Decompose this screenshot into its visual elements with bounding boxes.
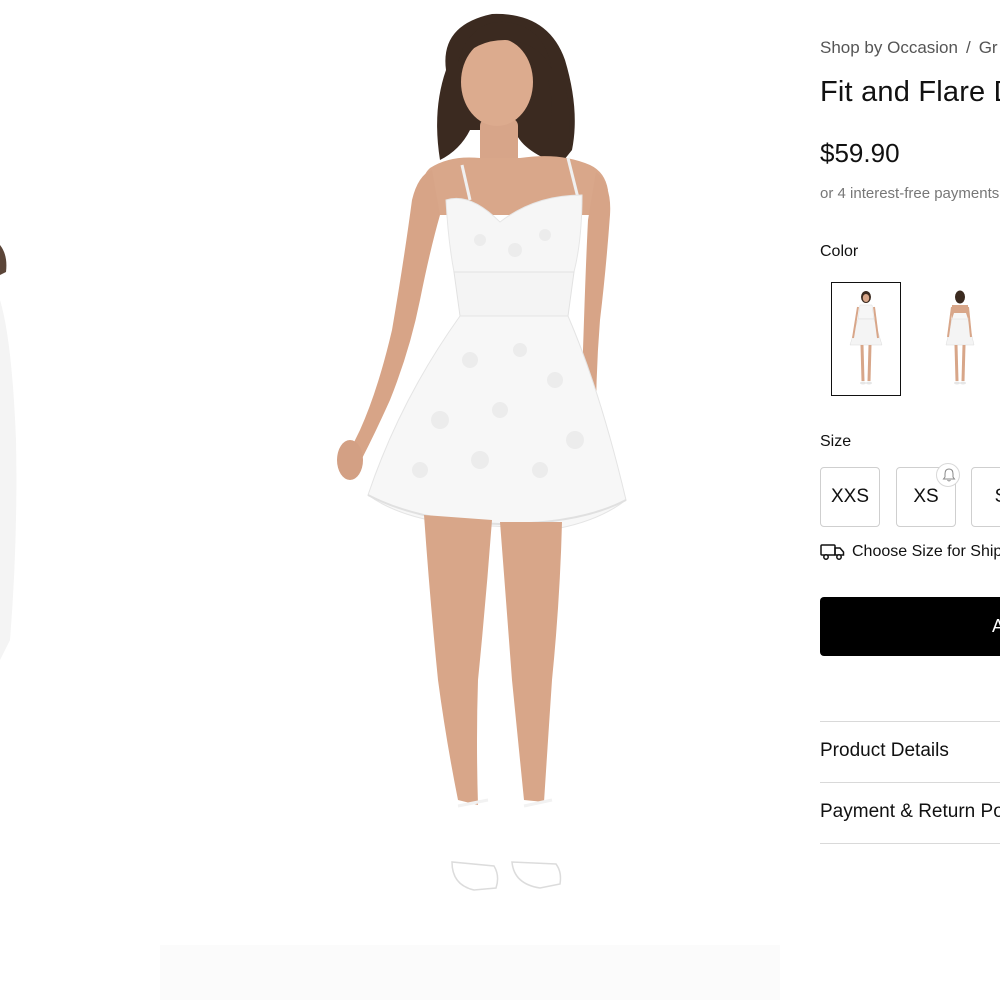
product-gallery[interactable] — [0, 0, 800, 1000]
product-info-panel: Shop by Occasion / Gr Fit and Flare Dr $59… — [820, 0, 1000, 1000]
shipping-note: Choose Size for Shipp — [820, 543, 1000, 561]
truck-icon — [820, 544, 845, 560]
product-title: Fit and Flare Dr — [820, 76, 1000, 108]
breadcrumb: Shop by Occasion / Gr — [820, 38, 998, 58]
bell-icon — [942, 468, 956, 482]
swatch-back-thumbnail — [945, 290, 975, 385]
accordion-product-details[interactable]: Product Details — [820, 740, 949, 762]
breadcrumb-link-occasion[interactable]: Shop by Occasion — [820, 38, 958, 57]
swatch-front-thumbnail — [849, 291, 883, 385]
accordion-divider-middle — [820, 782, 1000, 783]
product-hero-image[interactable] — [160, 0, 780, 1000]
product-price: $59.90 — [820, 138, 900, 168]
size-label: Size — [820, 433, 852, 450]
add-to-bag-button[interactable]: A — [820, 597, 1000, 656]
accordion-payment-return[interactable]: Payment & Return Poli — [820, 801, 1000, 823]
breadcrumb-link-category[interactable]: Gr — [979, 38, 998, 57]
accordion-divider-bottom — [820, 843, 1000, 844]
installments-text: or 4 interest-free payments o — [820, 185, 1000, 202]
shipping-text: Choose Size for Shipp — [852, 543, 1000, 560]
color-swatch-selected[interactable] — [831, 282, 901, 396]
accordion-divider-top — [820, 721, 1000, 722]
breadcrumb-separator: / — [965, 38, 971, 57]
color-swatch-back-view[interactable] — [925, 282, 995, 396]
size-option-xxs[interactable]: XXS — [820, 467, 880, 527]
color-label: Color — [820, 243, 859, 260]
notify-bell-button[interactable] — [936, 463, 960, 487]
size-option-s[interactable]: S — [971, 467, 1000, 527]
previous-image-slice[interactable] — [0, 0, 22, 1000]
